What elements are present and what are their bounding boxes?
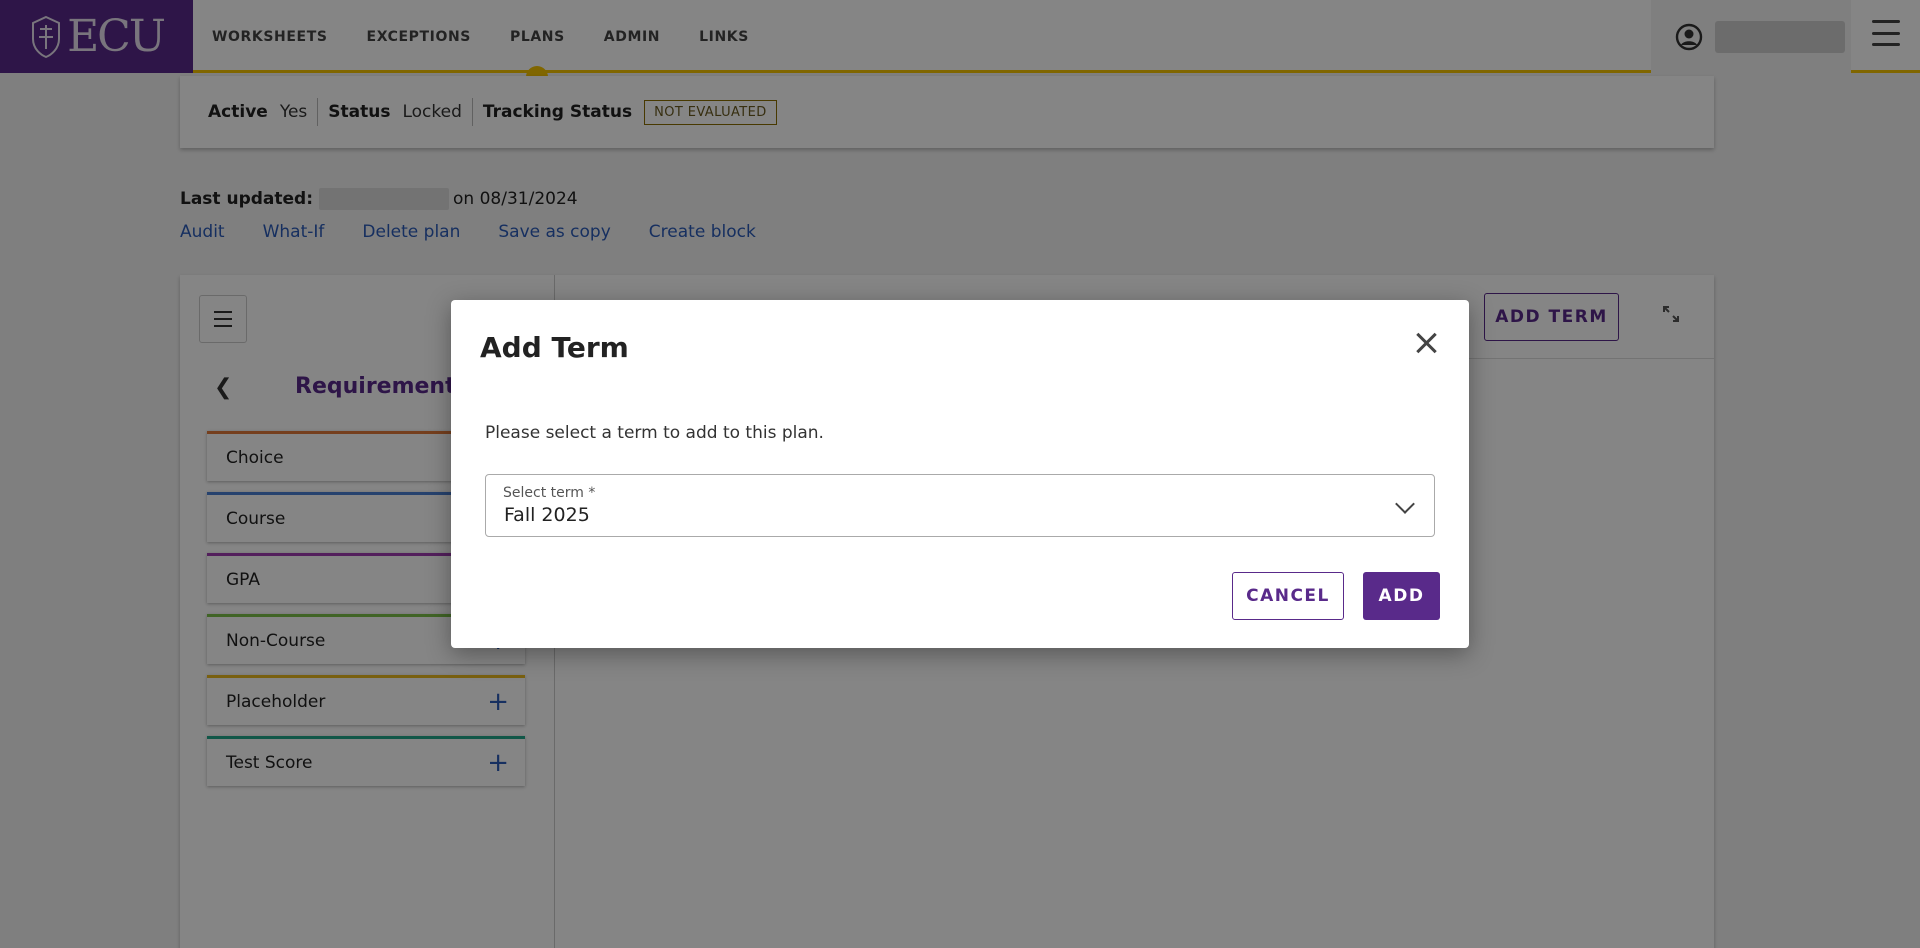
select-term-dropdown[interactable]: Select term * Fall 2025 <box>485 474 1435 537</box>
dialog-message: Please select a term to add to this plan… <box>485 423 824 443</box>
select-term-value: Fall 2025 <box>504 504 590 526</box>
dialog-title: Add Term <box>480 331 629 364</box>
add-term-dialog: Add Term Please select a term to add to … <box>451 300 1469 648</box>
add-button[interactable]: ADD <box>1363 572 1440 620</box>
chevron-down-icon <box>1395 494 1415 514</box>
close-icon[interactable] <box>1411 328 1441 358</box>
cancel-button[interactable]: CANCEL <box>1232 572 1344 620</box>
select-term-label: Select term * <box>503 485 596 501</box>
